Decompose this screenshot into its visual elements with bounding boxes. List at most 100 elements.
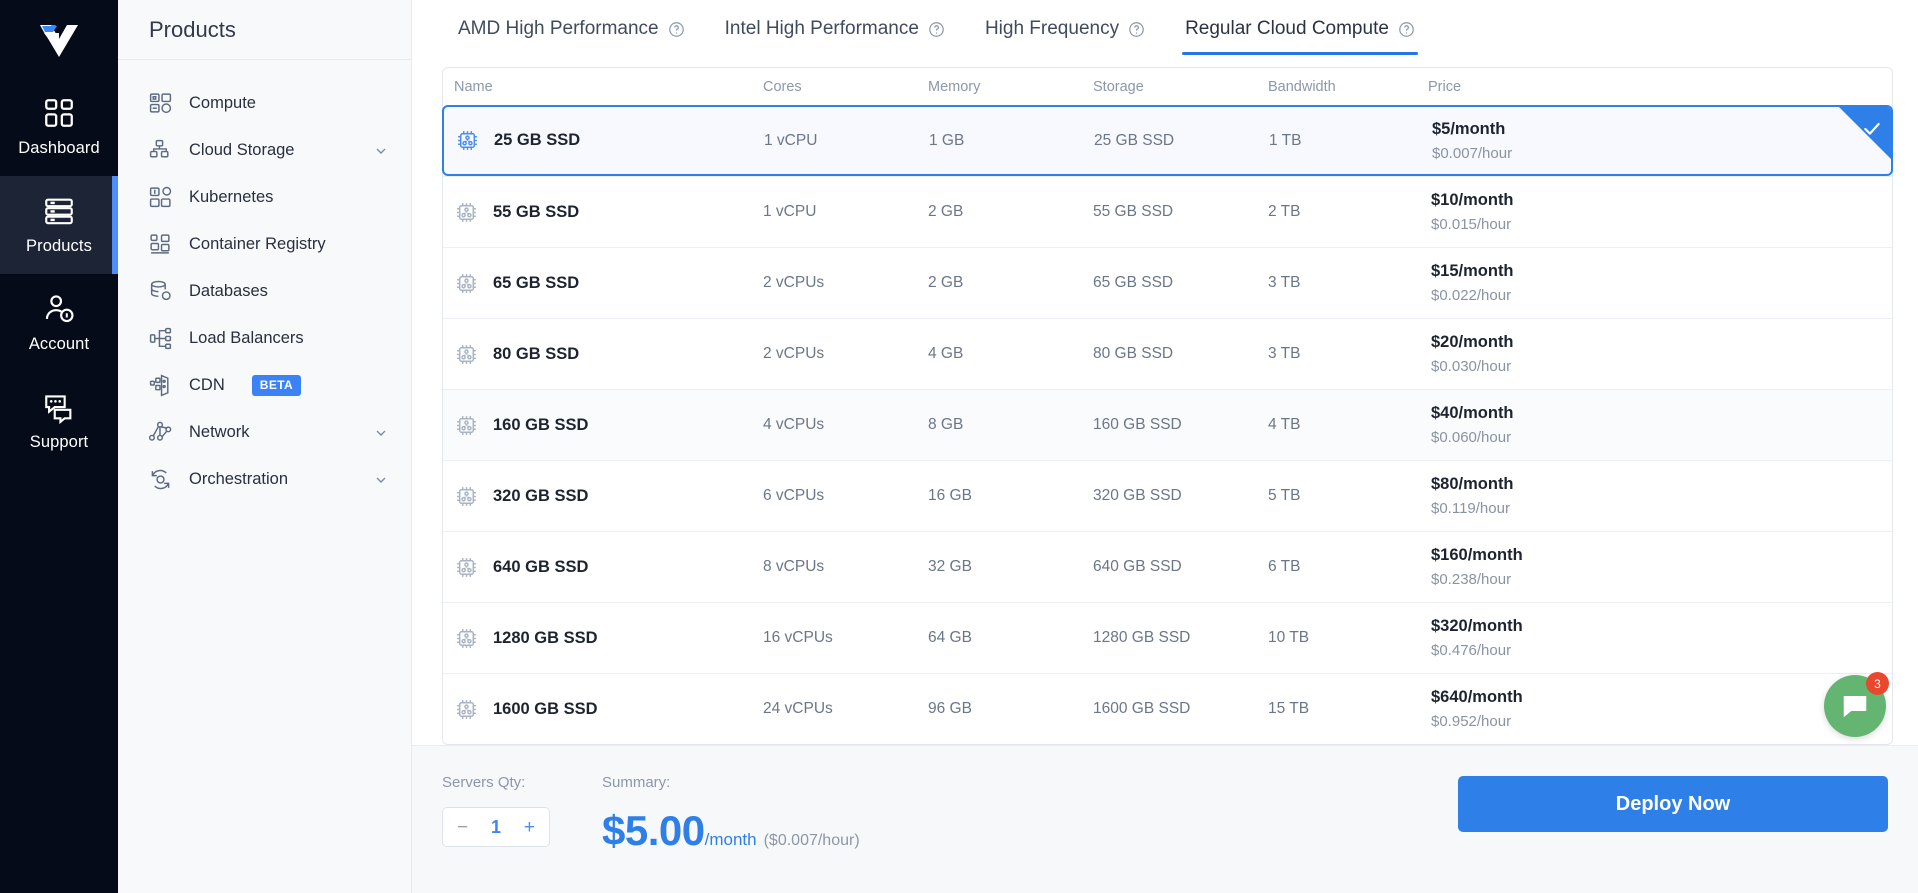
plan-price-cell: $20/month $0.030/hour <box>1428 333 1892 375</box>
cloud-storage-icon <box>148 138 173 163</box>
table-row[interactable]: 55 GB SSD 1 vCPU 2 GB 55 GB SSD 2 TB $10… <box>443 176 1892 247</box>
table-row[interactable]: 160 GB SSD 4 vCPUs 8 GB 160 GB SSD 4 TB … <box>443 389 1892 460</box>
plan-name: 25 GB SSD <box>494 131 581 149</box>
help-circle-icon[interactable] <box>1128 21 1145 38</box>
plan-memory: 64 GB <box>928 629 972 646</box>
table-row[interactable]: 640 GB SSD 8 vCPUs 32 GB 640 GB SSD 6 TB… <box>443 531 1892 602</box>
chat-bubbles-icon <box>42 390 76 425</box>
servers-qty-label: Servers Qty: <box>442 774 526 791</box>
column-header-cores: Cores <box>763 78 802 95</box>
plan-storage: 25 GB SSD <box>1094 131 1175 149</box>
summary-price-amount: $5.00 <box>602 807 705 854</box>
vultr-logo[interactable] <box>0 0 118 78</box>
rail-item-products[interactable]: Products <box>0 176 118 274</box>
help-circle-icon[interactable] <box>1398 21 1415 38</box>
sidebar-item-cdn[interactable]: CDN BETA <box>118 362 411 409</box>
plan-cores: 16 vCPUs <box>763 629 833 646</box>
servers-qty-group: Servers Qty: − 1 + <box>442 774 550 847</box>
sidebar-item-compute[interactable]: Compute <box>118 80 411 127</box>
plan-memory: 8 GB <box>928 416 964 433</box>
plan-storage: 1600 GB SSD <box>1093 700 1191 717</box>
table-row[interactable]: 1280 GB SSD 16 vCPUs 64 GB 1280 GB SSD 1… <box>443 602 1892 673</box>
sidebar-item-label: Load Balancers <box>189 329 304 347</box>
tab-amd-high-performance[interactable]: AMD High Performance <box>438 18 705 55</box>
support-chat-button[interactable]: 3 <box>1824 672 1889 737</box>
table-header-row: Name Cores Memory Storage Bandwidth Pric… <box>443 68 1892 105</box>
quantity-increment-button[interactable]: + <box>524 818 535 837</box>
plan-name: 80 GB SSD <box>493 344 580 363</box>
cpu-chip-icon <box>455 128 480 153</box>
plan-cores: 1 vCPU <box>763 203 817 220</box>
summary-group: Summary: $5.00 /month ($0.007/hour) <box>602 774 860 855</box>
table-row[interactable]: 80 GB SSD 2 vCPUs 4 GB 80 GB SSD 3 TB $2… <box>443 318 1892 389</box>
plan-price-hour: $0.015/hour <box>1431 216 1512 233</box>
rail-item-account[interactable]: Account <box>0 274 118 372</box>
sidebar-item-kubernetes[interactable]: Kubernetes <box>118 174 411 221</box>
products-menu: Compute Cloud Storage Kubernetes Contain… <box>118 60 411 503</box>
plan-cores: 2 vCPUs <box>763 345 825 362</box>
tab-high-frequency[interactable]: High Frequency <box>965 18 1165 55</box>
cdn-icon <box>148 373 173 398</box>
table-row[interactable]: 1600 GB SSD 24 vCPUs 96 GB 1600 GB SSD 1… <box>443 673 1892 744</box>
products-sidebar: Products Compute Cloud Storage Kubernete… <box>118 0 412 893</box>
plan-cores: 4 vCPUs <box>763 416 825 433</box>
plan-bandwidth: 2 TB <box>1268 203 1301 220</box>
sidebar-item-label: Orchestration <box>189 470 289 488</box>
quantity-stepper[interactable]: − 1 + <box>442 807 550 847</box>
rail-item-support[interactable]: Support <box>0 372 118 470</box>
sidebar-item-network[interactable]: Network <box>118 409 411 456</box>
primary-nav-rail: Dashboard Products Account Support <box>0 0 118 893</box>
plan-name-cell: 25 GB SSD <box>444 128 764 153</box>
table-row[interactable]: 65 GB SSD 2 vCPUs 2 GB 65 GB SSD 3 TB $1… <box>443 247 1892 318</box>
plan-name: 1600 GB SSD <box>493 699 598 718</box>
plan-name-cell: 640 GB SSD <box>443 555 763 580</box>
plan-price-hour: $0.119/hour <box>1431 500 1510 517</box>
plan-bandwidth: 15 TB <box>1268 700 1310 717</box>
container-registry-icon <box>148 232 173 257</box>
plan-price-hour: $0.007/hour <box>1432 144 1513 162</box>
compute-icon <box>148 91 173 116</box>
plan-price-month: $40/month <box>1431 404 1514 422</box>
sidebar-item-orchestration[interactable]: Orchestration <box>118 456 411 503</box>
sidebar-item-label: Network <box>189 423 250 441</box>
plan-cores: 6 vCPUs <box>763 487 825 504</box>
tab-regular-cloud-compute[interactable]: Regular Cloud Compute <box>1165 18 1435 55</box>
sidebar-item-load-balancers[interactable]: Load Balancers <box>118 315 411 362</box>
plan-price-hour: $0.952/hour <box>1431 713 1512 730</box>
rail-item-dashboard[interactable]: Dashboard <box>0 78 118 176</box>
sidebar-item-label: Container Registry <box>189 235 326 253</box>
deploy-now-button[interactable]: Deploy Now <box>1458 776 1888 832</box>
tab-label: AMD High Performance <box>458 18 659 39</box>
plan-price-hour: $0.030/hour <box>1431 358 1512 375</box>
orchestration-icon <box>148 467 173 492</box>
plan-name: 320 GB SSD <box>493 486 589 505</box>
table-row[interactable]: 25 GB SSD 1 vCPU 1 GB 25 GB SSD 1 TB $5/… <box>442 105 1893 176</box>
table-row[interactable]: 320 GB SSD 6 vCPUs 16 GB 320 GB SSD 5 TB… <box>443 460 1892 531</box>
plan-price-hour: $0.238/hour <box>1431 571 1512 588</box>
plan-storage: 80 GB SSD <box>1093 345 1174 362</box>
cpu-chip-icon <box>454 200 479 225</box>
chevron-down-icon[interactable] <box>373 425 389 441</box>
help-circle-icon[interactable] <box>928 21 945 38</box>
chevron-down-icon[interactable] <box>373 143 389 159</box>
help-circle-icon[interactable] <box>668 21 685 38</box>
plan-price-cell: $15/month $0.022/hour <box>1428 262 1892 304</box>
rail-item-label: Account <box>28 335 90 353</box>
load-balancer-icon <box>148 326 173 351</box>
sidebar-item-cloud-storage[interactable]: Cloud Storage <box>118 127 411 174</box>
cpu-chip-icon <box>454 484 479 509</box>
grid-icon <box>42 96 76 130</box>
column-header-storage: Storage <box>1093 78 1144 95</box>
main-content: AMD High Performance Intel High Performa… <box>412 0 1918 893</box>
plan-bandwidth: 6 TB <box>1268 558 1301 575</box>
sidebar-item-databases[interactable]: Databases <box>118 268 411 315</box>
sidebar-item-container-registry[interactable]: Container Registry <box>118 221 411 268</box>
plan-name-cell: 1280 GB SSD <box>443 626 763 651</box>
column-header-name: Name <box>454 78 493 95</box>
quantity-decrement-button[interactable]: − <box>457 818 468 837</box>
plan-memory: 2 GB <box>928 274 964 291</box>
column-header-memory: Memory <box>928 78 981 95</box>
plan-memory: 96 GB <box>928 700 972 717</box>
tab-intel-high-performance[interactable]: Intel High Performance <box>705 18 965 55</box>
chevron-down-icon[interactable] <box>373 472 389 488</box>
